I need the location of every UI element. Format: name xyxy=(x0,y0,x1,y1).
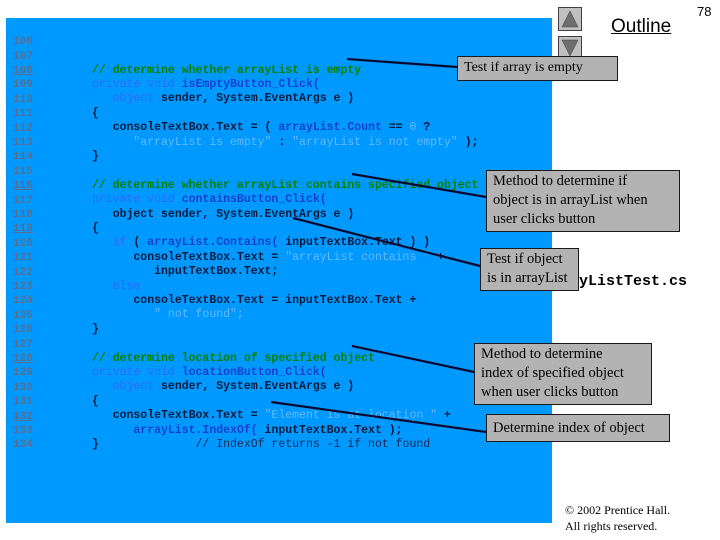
code-line: 111 consoleTextBox.Text = ( arrayList.Co… xyxy=(6,93,552,134)
page-number: 78 xyxy=(697,4,712,19)
code-line: 110 { xyxy=(6,79,552,120)
code-line: 123 consoleTextBox.Text = inputTextBox.T… xyxy=(6,266,552,307)
code-line: 122 else xyxy=(6,252,552,293)
code-line: 117 object sender, System.EventArgs e ) xyxy=(6,180,552,221)
triangle-up-icon xyxy=(561,10,579,28)
line-number: 134 xyxy=(13,439,33,451)
code-line: 119 if ( arrayList.Contains( inputTextBo… xyxy=(6,208,552,249)
code-line: 133 } // IndexOf returns -1 if not found xyxy=(6,410,552,451)
code-line: 106 xyxy=(6,21,552,48)
code-line: 107 // determine whether arrayList is em… xyxy=(6,36,552,77)
code-line: 132 arrayList.IndexOf( inputTextBox.Text… xyxy=(6,396,552,437)
code-line: 126 xyxy=(6,309,552,336)
callout-test-empty: Test if array is empty xyxy=(457,56,618,81)
triangle-down-icon xyxy=(561,39,579,57)
code-line: 125 } xyxy=(6,295,552,336)
callout-contains-method: Method to determine if object is in arra… xyxy=(486,170,680,232)
code-panel: 106 107 // determine whether arrayList i… xyxy=(6,18,552,523)
callout-test-object: Test if object is in arrayList xyxy=(480,248,579,291)
code-line: 121 inputTextBox.Text; xyxy=(6,237,552,278)
code-line: 115 // determine whether arrayList conta… xyxy=(6,151,552,192)
code-line: 120 consoleTextBox.Text = "arrayList con… xyxy=(6,223,552,264)
previous-slide-button[interactable] xyxy=(558,7,582,31)
code-line: 129 object sender, System.EventArgs e ) xyxy=(6,352,552,393)
callout-location-method: Method to determine index of specified o… xyxy=(474,343,652,405)
code-line: 128 private void locationButton_Click( xyxy=(6,338,552,379)
code-line: 116 private void containsButton_Click( xyxy=(6,165,552,206)
code-text: } // IndexOf returns -1 if not found xyxy=(92,438,431,451)
copyright-line-2: All rights reserved. xyxy=(565,519,658,533)
copyright-notice: © 2002 Prentice Hall. All rights reserve… xyxy=(565,502,670,534)
code-line: 112 "arrayList is empty" : "arrayList is… xyxy=(6,108,552,149)
code-line: 134 xyxy=(6,424,552,451)
code-line: 127 // determine location of specified o… xyxy=(6,324,552,365)
callout-determine-index: Determine index of object xyxy=(486,414,670,442)
code-line: 114 xyxy=(6,136,552,163)
code-line: 124 " not found"; xyxy=(6,280,552,321)
code-line: 118 { xyxy=(6,194,552,235)
code-line: 131 consoleTextBox.Text = "Element is at… xyxy=(6,381,552,422)
code-line: 113 } xyxy=(6,122,552,163)
copyright-line-1: © 2002 Prentice Hall. xyxy=(565,503,671,517)
code-line: 130 { xyxy=(6,367,552,408)
outline-link[interactable]: Outline xyxy=(611,16,671,38)
